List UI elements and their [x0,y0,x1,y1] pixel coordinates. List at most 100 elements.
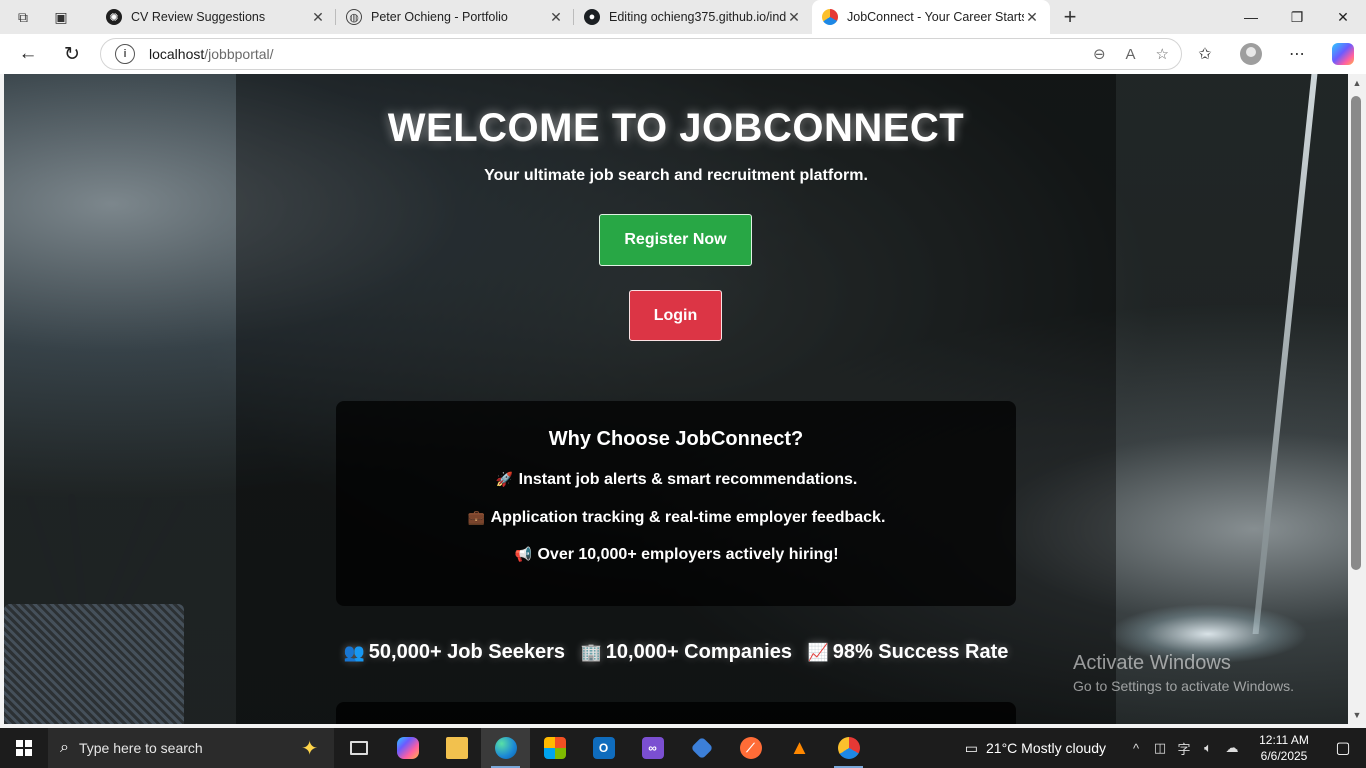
register-button[interactable]: Register Now [599,214,752,266]
more-menu-icon[interactable]: ⋯ [1274,44,1320,64]
close-tab-icon[interactable]: ✕ [310,9,326,26]
globe-icon: ◍ [346,9,362,25]
rocket-icon: 🚀 [495,471,514,487]
file-explorer-button[interactable] [432,728,481,768]
jobconnect-icon [822,9,838,25]
clock[interactable]: 12:11 AM 6/6/2025 [1248,732,1320,764]
copilot-icon [1332,43,1354,65]
page-subtitle: Your ultimate job search and recruitment… [484,167,868,184]
feature-text: Application tracking & real-time employe… [490,509,886,526]
network-icon[interactable]: ☁︎ [1220,740,1244,756]
megaphone-icon: 📢 [514,546,533,562]
workspaces-icon[interactable]: ⧉ [14,8,32,26]
site-info-icon[interactable]: i [115,44,135,64]
edge-taskbar-button[interactable] [481,728,530,768]
chart-up-icon: 📈 [807,643,829,662]
system-tray: ▭ 21°C Mostly cloudy ^ ◫ 字 🔈︎ ☁︎ 12:11 A… [965,728,1366,768]
weather-icon: ▭ [964,739,979,756]
jobconnect-icon [837,737,860,759]
start-button[interactable] [0,728,48,768]
postman-button[interactable]: ⟋ [726,728,775,768]
close-window-button[interactable]: ✕ [1320,0,1366,34]
tab-jobconnect[interactable]: JobConnect - Your Career Starts H ✕ [812,0,1050,34]
back-button[interactable]: ← [10,38,46,70]
clock-date: 6/6/2025 [1260,749,1308,763]
visual-studio-icon: ∞ [641,737,664,759]
background-lamp [1252,74,1318,634]
url-path: /jobbportal/ [204,46,274,62]
search-placeholder: Type here to search [78,740,203,756]
zoom-out-icon[interactable]: ⊖ [1093,45,1106,63]
url-host: localhost [149,46,205,62]
stat-companies: 10,000+ Companies [605,641,792,663]
task-view-button[interactable] [334,728,383,768]
address-input[interactable]: i localhost/jobbportal/ ⊖ A ☆ [100,38,1182,70]
input-language-icon[interactable]: 字 [1172,739,1196,758]
weather-widget[interactable]: ▭ 21°C Mostly cloudy [965,740,1106,757]
visual-studio-button[interactable]: ∞ [628,728,677,768]
omnibox-actions: ⊖ A ☆ [1093,39,1169,69]
scroll-down-icon[interactable]: ▼ [1348,706,1366,724]
feature-item: 🚀 Instant job alerts & smart recommendati… [336,471,1016,489]
notifications-icon[interactable]: ▢ [1320,728,1366,768]
copilot-icon [396,737,419,759]
watermark-subtitle: Go to Settings to activate Windows. [1073,678,1294,694]
tab-strip-left: ⧉ ▣ [0,0,96,34]
vlc-icon: ▲ [789,736,810,759]
close-tab-icon[interactable]: ✕ [786,9,802,26]
close-tab-icon[interactable]: ✕ [548,9,564,26]
copilot-taskbar-button[interactable] [383,728,432,768]
store-button[interactable] [530,728,579,768]
read-aloud-icon[interactable]: A [1126,46,1136,63]
favorite-star-icon[interactable]: ☆ [1156,45,1169,63]
people-icon: 👥 [343,643,365,662]
tab-title: JobConnect - Your Career Starts H [847,10,1024,24]
search-highlight-icon: ✦ [301,737,318,760]
volume-icon[interactable]: 🔈︎ [1196,740,1220,756]
scroll-up-icon[interactable]: ▲ [1348,74,1366,92]
next-section-box [336,702,1016,724]
minimize-button[interactable]: — [1228,0,1274,34]
outlook-button[interactable]: O [579,728,628,768]
vlc-button[interactable]: ▲ [775,728,824,768]
tab-portfolio[interactable]: ◍ Peter Ochieng - Portfolio ✕ [336,0,574,34]
tab-cv-review[interactable]: ✺ CV Review Suggestions ✕ [96,0,336,34]
jobconnect-taskbar-button[interactable] [824,728,873,768]
copilot-button[interactable] [1320,43,1366,65]
why-choose-section: Why Choose JobConnect? 🚀 Instant job aler… [336,401,1016,606]
favorites-icon[interactable]: ✩ [1182,44,1228,64]
close-tab-icon[interactable]: ✕ [1024,9,1040,26]
background-pencils [25,493,186,615]
meet-now-icon[interactable]: ◫ [1148,740,1172,756]
why-choose-title: Why Choose JobConnect? [548,428,804,450]
tab-actions-icon[interactable]: ▣ [52,8,70,26]
stats-row: 👥 50,000+ Job Seekers 🏢 10,000+ Companies … [236,641,1116,664]
office-building-icon: 🏢 [580,643,602,662]
watermark-title: Activate Windows [1073,652,1231,674]
refresh-button[interactable]: ↻ [54,38,90,70]
task-view-icon [349,741,368,755]
login-button[interactable]: Login [629,290,722,341]
outlook-icon: O [592,737,615,759]
feature-text: Over 10,000+ employers actively hiring! [537,546,839,563]
store-icon [543,737,566,759]
page-viewport: WELCOME TO JOBCONNECT Your ultimate job … [4,74,1348,724]
restore-button[interactable]: ❐ [1274,0,1320,34]
show-hidden-icons[interactable]: ^ [1124,741,1148,756]
new-tab-button[interactable]: + [1050,4,1090,30]
page-scrollbar[interactable]: ▲ ▼ [1348,74,1366,724]
taskbar-search-input[interactable]: ⌕ Type here to search ✦ [48,728,334,768]
address-bar-row: ← ↻ i localhost/jobbportal/ ⊖ A ☆ ✩ ⋯ [0,34,1366,74]
power-automate-button[interactable] [677,728,726,768]
folder-icon [445,737,468,759]
toolbar-right: ✩ ⋯ [1182,34,1366,74]
feature-text: Instant job alerts & smart recommendatio… [518,471,858,488]
windows-taskbar: ⌕ Type here to search ✦ O ∞ ⟋ ▲ ▭ 21°C M… [0,728,1366,768]
profile-button[interactable] [1228,43,1274,65]
background-pencil-cup [4,604,184,724]
search-icon: ⌕ [60,739,69,756]
weather-text: 21°C Mostly cloudy [986,740,1106,756]
tab-title: CV Review Suggestions [131,10,266,24]
tab-github-editor[interactable]: ● Editing ochieng375.github.io/inde ✕ [574,0,812,34]
scroll-thumb[interactable] [1351,96,1361,570]
